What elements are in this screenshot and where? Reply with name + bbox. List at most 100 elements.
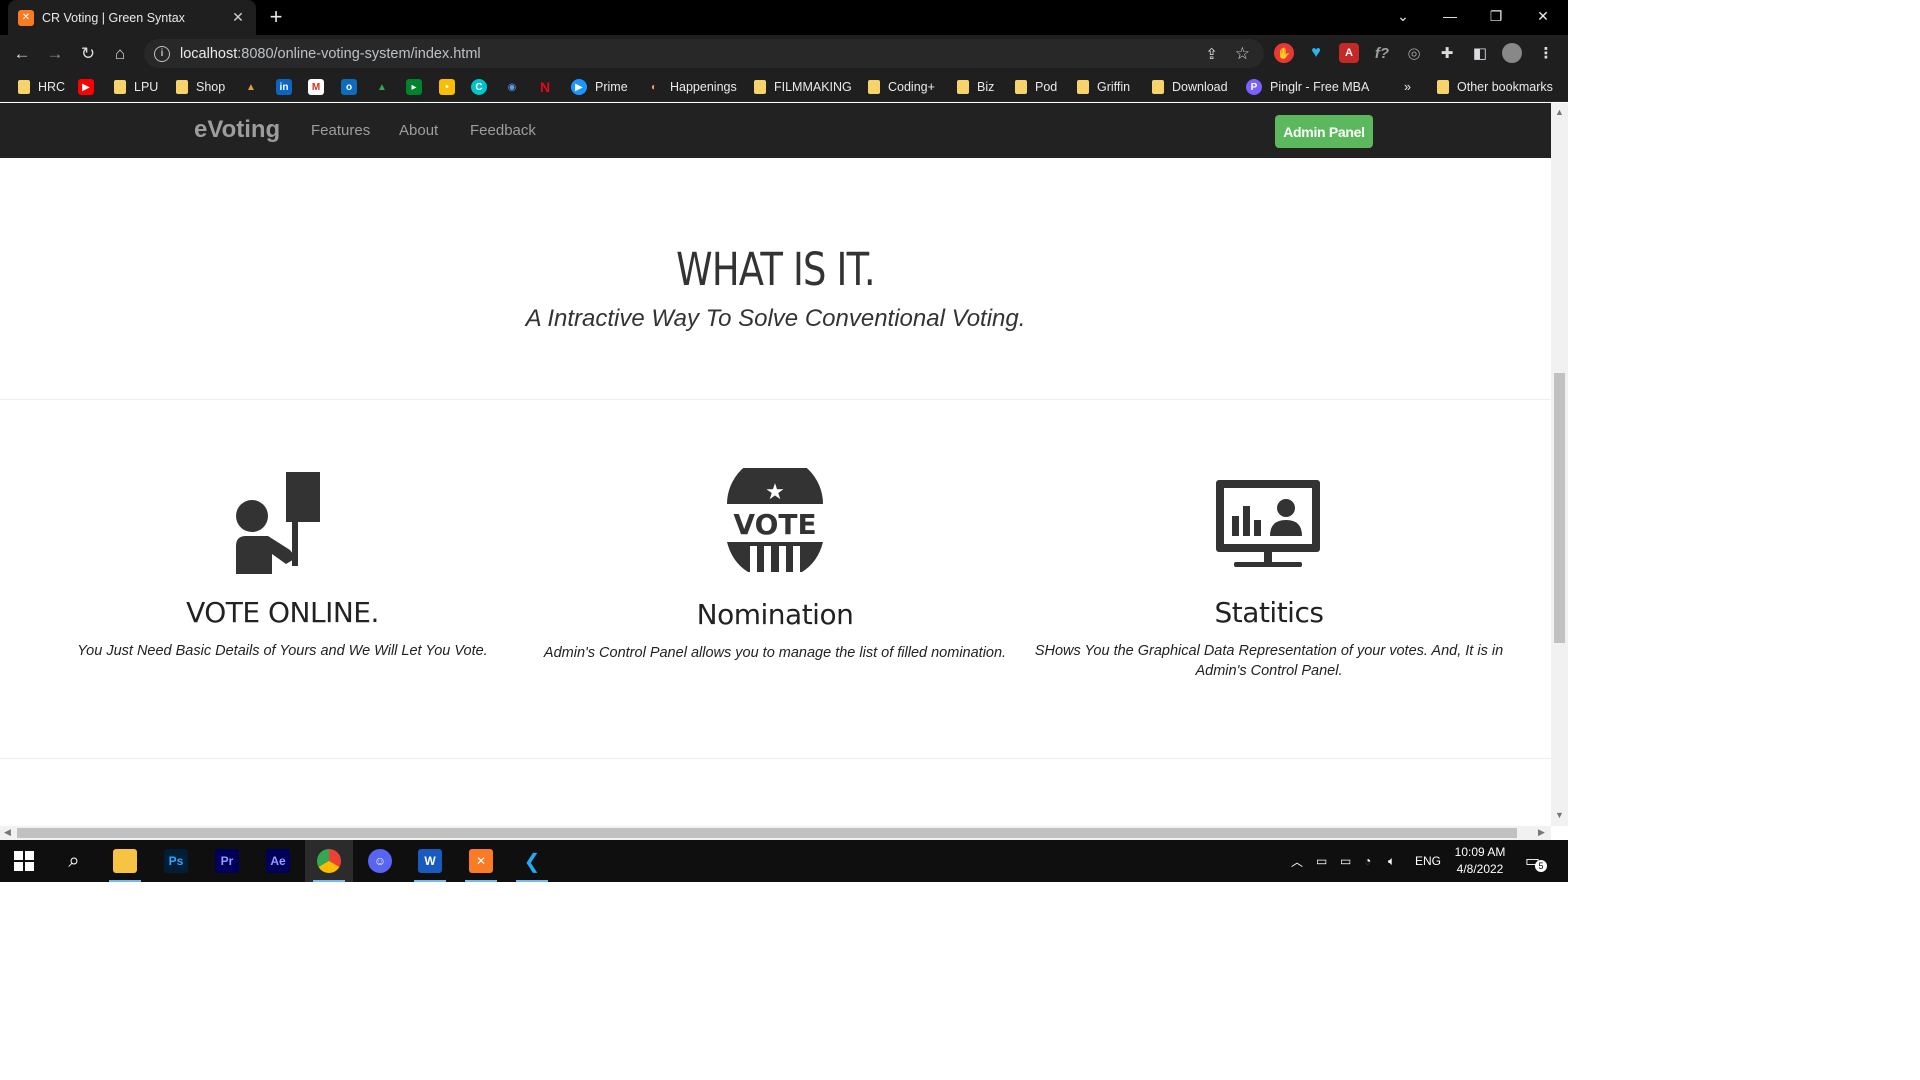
restore-icon[interactable]: ❐ — [1473, 0, 1519, 32]
admin-panel-button[interactable]: Admin Panel — [1275, 115, 1373, 148]
bookmark-label: Biz — [977, 80, 995, 94]
bookmark-linkedin[interactable]: in — [276, 78, 300, 96]
scroll-thumb[interactable] — [1554, 373, 1565, 643]
vscode-icon[interactable]: ❮ — [508, 840, 556, 882]
bookmarks-overflow-button[interactable]: » — [1404, 78, 1411, 96]
battery-icon[interactable]: ▭ — [1340, 840, 1351, 882]
bookmark-label: Happenings — [670, 80, 737, 94]
bookmark-gmail[interactable]: M — [308, 78, 332, 96]
bookmark-label: Pinglr - Free MBA — [1270, 80, 1370, 94]
premiere-pro-icon[interactable]: Pr — [203, 840, 251, 882]
menu-kebab-icon[interactable]: ⋮ — [1536, 43, 1556, 63]
minimize-icon[interactable]: — — [1427, 0, 1473, 32]
reload-icon[interactable]: ↻ — [75, 41, 101, 67]
bookmark-canva[interactable]: C — [471, 78, 495, 96]
tab-search-icon[interactable]: ⌄ — [1380, 0, 1426, 32]
bookmark-biz[interactable]: Biz — [957, 78, 994, 96]
overflow-label: » — [1404, 80, 1411, 94]
bookmark-shop[interactable]: Shop — [176, 78, 225, 96]
xampp-icon[interactable]: ✕ — [457, 840, 505, 882]
file-explorer-icon[interactable] — [101, 840, 149, 882]
bookmark-label: Other bookmarks — [1457, 80, 1553, 94]
close-tab-icon[interactable]: ✕ — [230, 9, 246, 26]
forward-icon[interactable]: → — [42, 41, 68, 67]
meet-now-icon[interactable]: ▭ — [1316, 840, 1327, 882]
browser-tab[interactable]: ✕ CR Voting | Green Syntax ✕ — [8, 0, 256, 35]
other-bookmarks[interactable]: Other bookmarks — [1437, 78, 1553, 96]
bookmark-coding[interactable]: Coding+ — [868, 78, 935, 96]
bookmark-star-icon[interactable]: ☆ — [1235, 44, 1250, 64]
site-info-icon[interactable]: i — [154, 45, 170, 62]
bookmark-download[interactable]: Download — [1152, 78, 1228, 96]
stats-monitor-icon — [1214, 468, 1324, 578]
triangle-icon: ▲ — [246, 81, 256, 93]
bookmark-label: HRC — [38, 80, 66, 94]
bookmark-label: Coding+ — [888, 80, 935, 94]
tray-chevron-icon[interactable]: ︿ — [1291, 840, 1303, 882]
vote-badge-icon: ★ VOTE — [720, 456, 830, 578]
bookmark-prime[interactable]: ▶ Prime — [571, 78, 628, 96]
sync-extension-icon[interactable]: ◎ — [1404, 43, 1424, 63]
folder-icon — [1437, 80, 1449, 94]
bookmark-filmmaking[interactable]: FILMMAKING — [754, 78, 852, 96]
bookmark-radar[interactable]: ◉ — [504, 78, 528, 96]
home-icon[interactable]: ⌂ — [107, 41, 133, 67]
bookmark-hrc[interactable]: HRC — [18, 78, 65, 96]
address-bar[interactable]: i localhost:8080/online-voting-system/in… — [144, 39, 1264, 68]
bookmark-happenings[interactable]: ◐ Happenings — [646, 78, 737, 96]
extensions-puzzle-icon[interactable]: ✚ — [1437, 43, 1457, 63]
share-icon[interactable]: ⇪ — [1205, 45, 1218, 63]
close-window-icon[interactable]: ✕ — [1520, 0, 1566, 32]
folder-icon — [114, 80, 126, 94]
side-panel-icon[interactable]: ◧ — [1470, 43, 1490, 63]
nav-feedback[interactable]: Feedback — [470, 122, 536, 139]
scroll-right-icon[interactable]: ▶ — [1538, 827, 1545, 838]
windows-start-icon[interactable] — [0, 840, 48, 882]
netflix-icon: N — [539, 79, 551, 95]
new-tab-icon[interactable]: + — [264, 4, 288, 29]
word-icon[interactable]: W — [406, 840, 454, 882]
nav-features[interactable]: Features — [311, 122, 370, 139]
bookmark-drive[interactable]: ▲ — [374, 78, 398, 96]
bookmark-netflix[interactable]: N — [537, 78, 561, 96]
bookmark-pod[interactable]: Pod — [1015, 78, 1057, 96]
wifi-icon[interactable]: ◔ — [1364, 840, 1371, 882]
scroll-down-icon[interactable]: ▼ — [1555, 810, 1564, 820]
scroll-up-icon[interactable]: ▲ — [1555, 107, 1564, 117]
system-clock[interactable]: 10:09 AM 4/8/2022 — [1440, 844, 1520, 878]
language-indicator[interactable]: ENG — [1415, 840, 1441, 882]
chrome-icon[interactable] — [305, 840, 353, 882]
adblock-extension-icon[interactable]: ✋ — [1274, 43, 1294, 63]
brand-logo[interactable]: eVoting — [194, 116, 280, 144]
discord-icon[interactable]: ☺ — [356, 840, 404, 882]
bookmark-lpu[interactable]: LPU — [114, 78, 158, 96]
meet-icon: ▸ — [406, 79, 422, 95]
bookmark-griffin[interactable]: Griffin — [1077, 78, 1130, 96]
font-extension-icon[interactable]: f? — [1372, 43, 1392, 63]
search-icon[interactable]: ⌕ — [50, 840, 98, 882]
bookmark-label: Pod — [1035, 80, 1058, 94]
volume-icon[interactable]: 🔈︎ — [1388, 840, 1395, 882]
bookmark-keep[interactable]: • — [439, 78, 463, 96]
bookmark-outlook[interactable]: o — [341, 78, 365, 96]
acrobat-extension-icon[interactable]: A — [1339, 43, 1359, 63]
back-icon[interactable]: ← — [9, 41, 35, 67]
photoshop-icon[interactable]: Ps — [152, 840, 200, 882]
bookmark-youtube[interactable]: ▶ — [78, 78, 102, 96]
profile-avatar[interactable] — [1502, 43, 1522, 63]
bookmark-pinglr[interactable]: P Pinglr - Free MBA — [1246, 78, 1369, 96]
tab-title: CR Voting | Green Syntax — [42, 10, 185, 25]
after-effects-icon[interactable]: Ae — [254, 840, 302, 882]
scroll-thumb[interactable] — [17, 828, 1517, 838]
notification-center-icon[interactable]: ▭ 5 — [1525, 840, 1547, 882]
vertical-scrollbar[interactable]: ▲ ▼ — [1551, 103, 1568, 826]
nav-about[interactable]: About — [399, 122, 438, 139]
horizontal-scrollbar[interactable]: ◀ ▶ — [0, 826, 1551, 840]
feature-title: Statitics — [1214, 596, 1324, 629]
bookmark-meet[interactable]: ▸ — [406, 78, 430, 96]
scroll-left-icon[interactable]: ◀ — [4, 827, 11, 838]
bookmark-label: FILMMAKING — [774, 80, 852, 94]
bookmark-triangle[interactable]: ▲ — [243, 78, 267, 96]
gmail-icon: M — [308, 79, 324, 95]
heart-extension-icon[interactable]: ♥ — [1306, 43, 1326, 63]
